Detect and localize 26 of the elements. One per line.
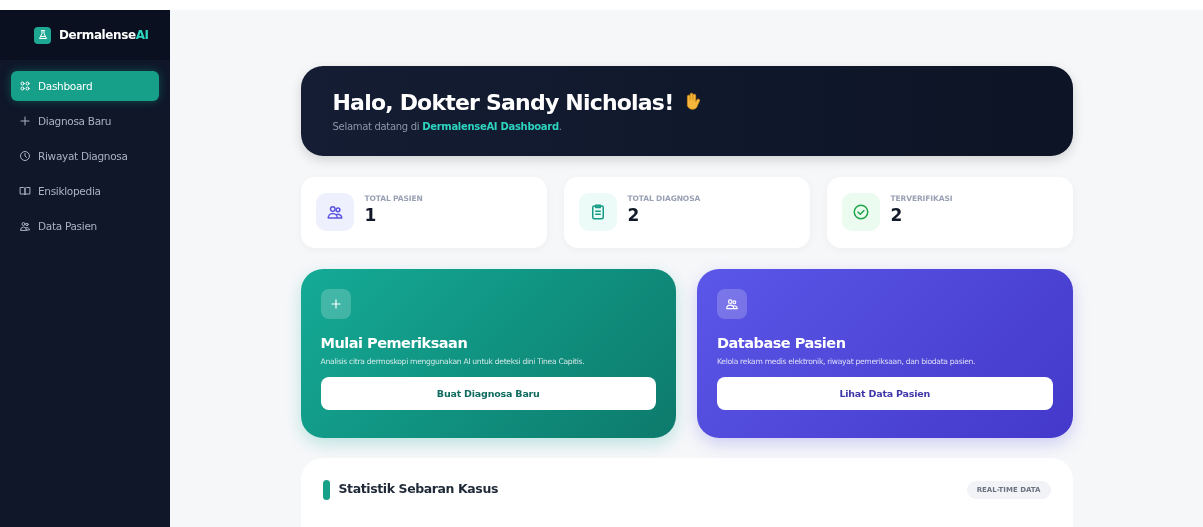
accent-bar [322,479,330,500]
brand-name: DermalenseAI [59,28,149,42]
card-action-button[interactable]: Lihat Data Pasien [717,376,1053,410]
users-icon [19,220,31,232]
stat-value: 1 [364,204,378,225]
plus-icon [320,288,351,319]
plus-icon [19,115,31,127]
welcome-subtitle: Selamat datang di DermalenseAI Dashboard. [332,120,563,132]
sidebar-item[interactable]: Diagnosa Baru [11,106,159,136]
clock-icon [19,150,31,162]
book-icon [19,185,31,197]
stat-value: 2 [890,204,904,225]
card-title: Mulai Pemeriksaan [320,334,468,351]
sidebar-item[interactable]: Ensiklopedia [11,176,159,206]
users-icon [315,193,354,232]
sidebar-item[interactable]: Data Pasien [11,211,159,241]
card-action-button[interactable]: Buat Diagnosa Baru [320,376,656,410]
clipboard-icon [578,193,617,232]
greeting-title: Halo, Dokter Sandy Nicholas! [332,89,674,115]
stat-value: 2 [627,204,641,225]
section-title: Statistik Sebaran Kasus [338,480,499,496]
sidebar-item[interactable]: Riwayat Diagnosa [11,141,159,171]
card-title: Database Pasien [717,334,846,351]
users-icon [717,288,747,319]
grid-icon [19,80,31,92]
flask-logo-icon [34,26,51,44]
